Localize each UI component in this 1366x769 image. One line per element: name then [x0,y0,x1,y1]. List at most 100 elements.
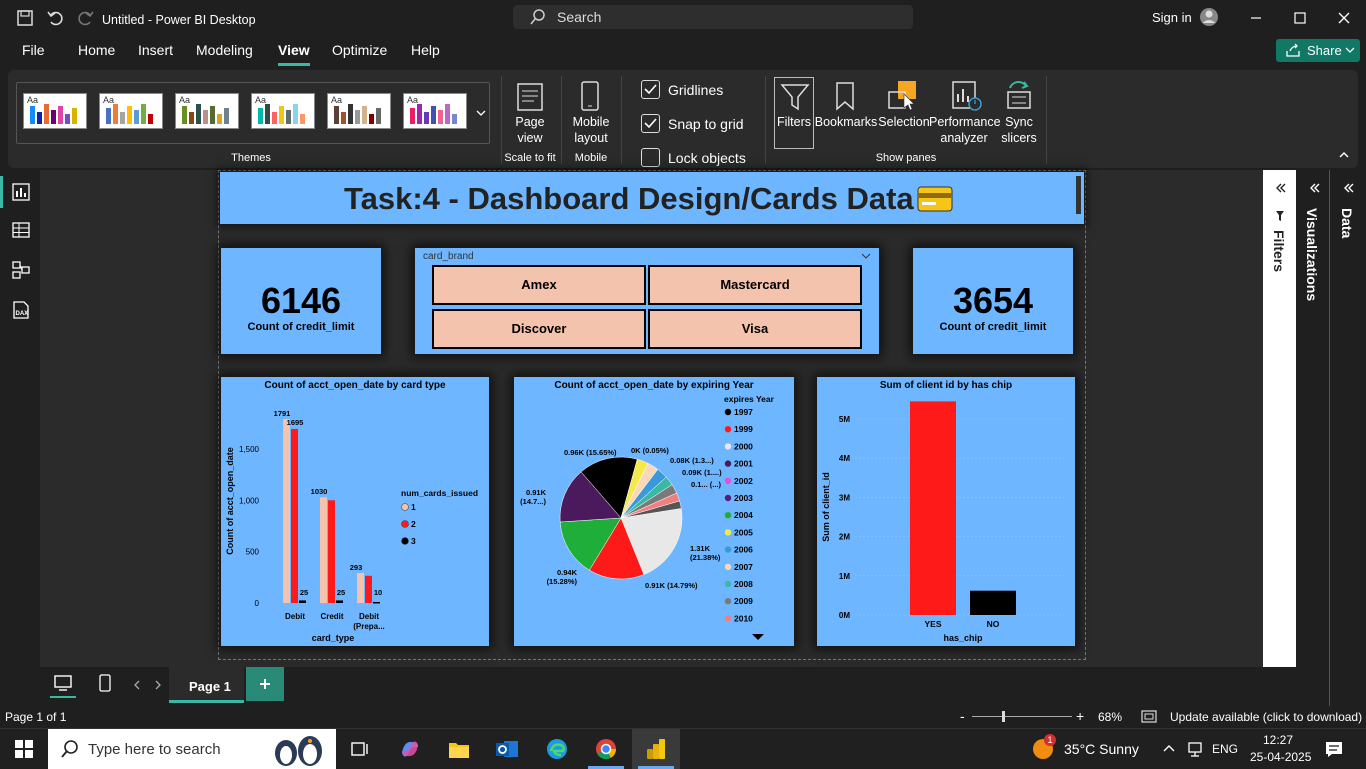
zoom-out-button[interactable]: - [960,708,965,724]
zoom-slider[interactable] [972,716,1072,717]
desktop-layout-icon[interactable] [53,673,73,693]
zoom-in-button[interactable]: + [1076,708,1084,724]
bar[interactable] [373,601,380,604]
data-pane-label[interactable]: Data [1339,208,1355,238]
clock-date[interactable]: 25-04-2025 [1250,750,1311,764]
copilot-icon[interactable] [398,737,422,761]
has-chip-column-chart[interactable]: Sum of client id by has chip 0M 1M 2M 3M 4M 5… [817,377,1075,646]
menu-insert[interactable]: Insert [138,42,173,58]
next-page-icon[interactable] [154,680,162,690]
edge-icon[interactable] [545,737,569,761]
page-view-icon[interactable] [514,80,546,112]
report-title-card[interactable]: Task:4 - Dashboard Design/Cards Data [220,172,1084,224]
prev-page-icon[interactable] [133,680,141,690]
sync-slicers-button[interactable]: Sync slicers [996,114,1042,146]
theme-swatch-6[interactable]: Aa [403,93,467,129]
weather-text[interactable]: 35°C Sunny [1064,741,1139,757]
expand-filters-icon[interactable] [1274,182,1286,194]
file-explorer-icon[interactable] [447,738,471,760]
bar[interactable] [336,600,343,603]
menu-file[interactable]: File [22,42,45,58]
snap-to-grid-checkbox[interactable] [641,114,660,133]
add-page-button[interactable] [246,667,284,701]
show-hidden-icons-icon[interactable] [1162,743,1176,753]
slicer-option-discover[interactable]: Discover [432,309,646,349]
avatar-icon[interactable] [1199,7,1219,27]
filters-pane[interactable]: Filters [1263,170,1296,667]
selection-button[interactable]: Selection [876,114,932,130]
column-bar[interactable] [970,590,1016,615]
bar[interactable] [299,600,306,603]
windows-start-icon[interactable] [15,740,33,758]
bookmark-icon[interactable] [831,80,859,112]
bar[interactable] [291,428,298,603]
expand-data-icon[interactable] [1342,182,1354,194]
powerbi-taskbar-button[interactable] [632,729,680,769]
bar[interactable] [320,497,327,603]
theme-swatch-4[interactable]: Aa [251,93,315,129]
visualizations-pane-label[interactable]: Visualizations [1304,208,1320,301]
sync-slicers-icon[interactable] [1002,78,1036,112]
theme-swatch-2[interactable]: Aa [99,93,163,129]
bar[interactable] [328,500,335,603]
notifications-icon[interactable] [1324,739,1344,759]
close-icon[interactable] [1337,11,1351,25]
model-view-icon[interactable] [11,260,31,280]
chrome-icon[interactable] [594,737,618,761]
column-bar[interactable] [910,401,956,615]
menu-optimize[interactable]: Optimize [332,42,387,58]
expand-visualizations-icon[interactable] [1308,182,1320,194]
task-view-icon[interactable] [350,739,370,759]
outlook-icon[interactable] [495,737,519,761]
mobile-layout-button[interactable]: Mobile layout [565,114,617,146]
page-tab-1[interactable]: Page 1 [169,667,244,703]
maximize-icon[interactable] [1293,11,1307,25]
minimize-icon[interactable] [1249,11,1263,25]
menu-modeling[interactable]: Modeling [196,42,253,58]
dax-query-view-icon[interactable]: DAX [11,300,31,320]
bar[interactable] [283,419,290,603]
save-icon[interactable] [16,9,34,27]
share-button[interactable]: Share [1276,39,1360,62]
undo-icon[interactable] [46,9,64,27]
performance-analyzer-icon[interactable] [949,78,983,112]
theme-swatch-1[interactable]: Aa [23,93,87,129]
mobile-layout-icon[interactable] [578,80,602,112]
phone-layout-icon[interactable] [98,673,112,693]
menu-view[interactable]: View [278,42,310,58]
card-brand-slicer[interactable]: card_brand Amex Mastercard Discover Visa [415,248,879,354]
search-box[interactable]: Search [513,5,913,29]
slicer-option-amex[interactable]: Amex [432,265,646,305]
scroll-handle[interactable] [1076,176,1081,214]
slicer-option-visa[interactable]: Visa [648,309,862,349]
page-view-button[interactable]: Page view [505,114,555,146]
filters-pane-button[interactable]: Filters [774,77,814,149]
legend-scroll-down-icon[interactable] [752,634,764,640]
report-view-icon[interactable] [11,182,31,202]
clock-time[interactable]: 12:27 [1263,733,1293,747]
bar[interactable] [357,572,364,603]
collapse-ribbon-icon[interactable] [1338,150,1350,160]
theme-swatch-5[interactable]: Aa [327,93,391,129]
table-view-icon[interactable] [11,220,31,240]
language-indicator[interactable]: ENG [1212,742,1238,756]
network-icon[interactable] [1186,740,1204,758]
sign-in-link[interactable]: Sign in [1152,10,1192,25]
gridlines-checkbox[interactable] [641,80,660,99]
taskbar-search[interactable]: Type here to search [48,729,336,769]
performance-analyzer-button[interactable]: Performance analyzer [929,114,1001,146]
expiry-year-pie-chart[interactable]: Count of acct_open_date by expiring Year… [514,377,794,646]
kpi-card-right[interactable]: 3654 Count of credit_limit [913,248,1073,354]
fit-to-page-icon[interactable] [1141,710,1157,724]
bookmarks-button[interactable]: Bookmarks [814,114,878,130]
menu-home[interactable]: Home [78,42,115,58]
update-available-link[interactable]: Update available (click to download) [1170,710,1362,724]
themes-expand-icon[interactable] [475,108,487,118]
zoom-slider-thumb[interactable] [1002,711,1005,722]
kpi-card-left[interactable]: 6146 Count of credit_limit [221,248,381,354]
bar[interactable] [365,575,372,603]
theme-swatch-3[interactable]: Aa [175,93,239,129]
redo-icon[interactable] [77,9,95,27]
selection-icon[interactable] [886,78,920,112]
card-type-bar-chart[interactable]: Count of acct_open_date by card type 0 50… [221,377,489,646]
